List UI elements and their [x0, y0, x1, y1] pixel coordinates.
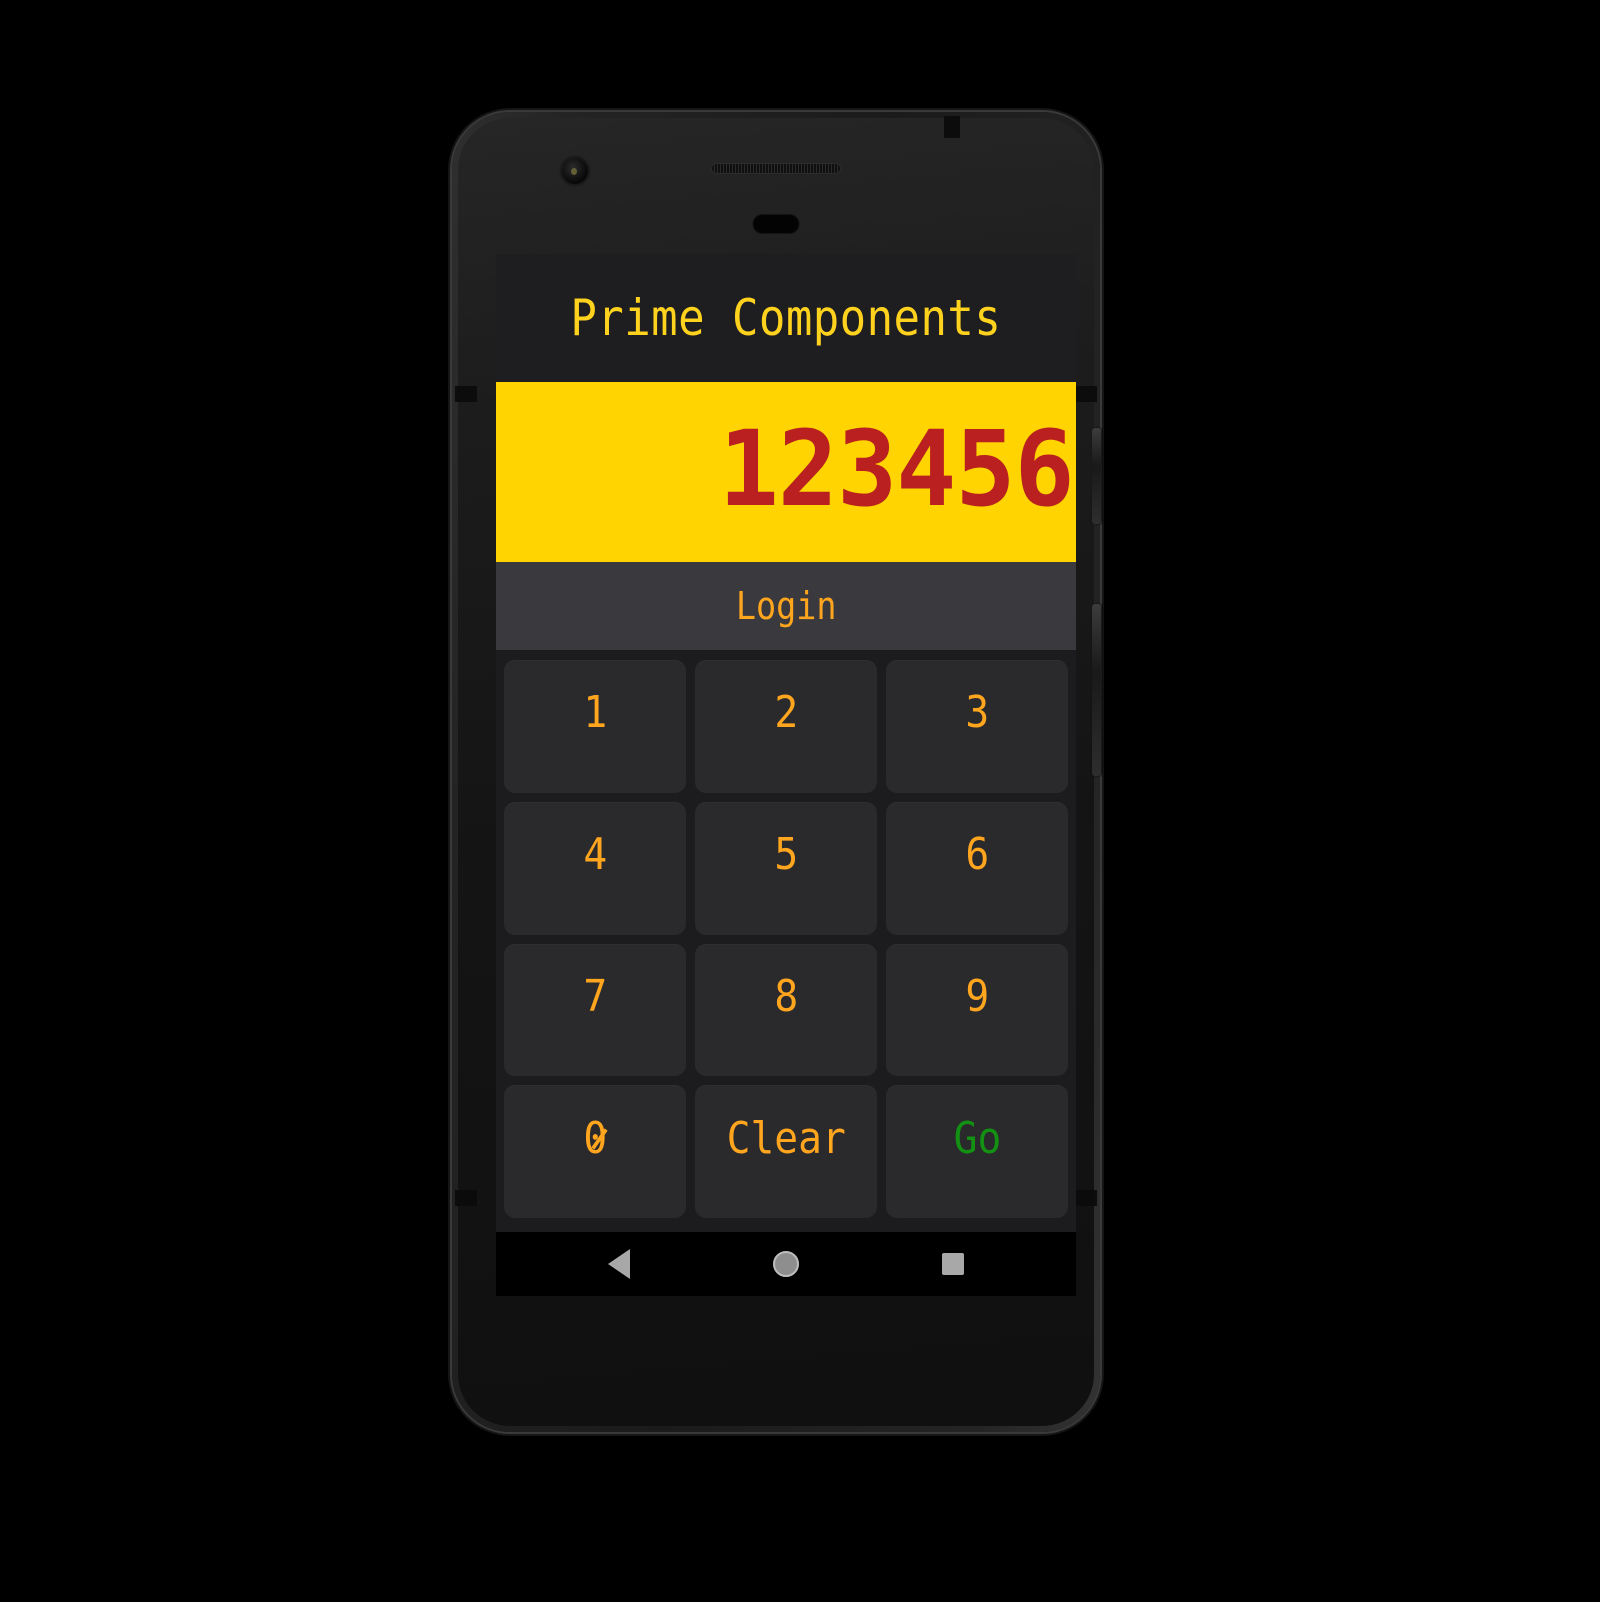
key-4[interactable]: 4: [504, 801, 686, 935]
android-navigation-bar: [496, 1232, 1076, 1296]
key-2-label: 2: [774, 687, 798, 739]
key-5-label: 5: [774, 829, 798, 881]
power-button[interactable]: [1092, 428, 1101, 524]
key-go-label: Go: [953, 1112, 1001, 1164]
antenna-band-right-upper: [1075, 386, 1097, 402]
antenna-band-right-lower: [1075, 1190, 1097, 1206]
key-3-label: 3: [965, 687, 989, 739]
number-display[interactable]: 123456: [496, 382, 1076, 562]
antenna-band-left-lower: [455, 1190, 477, 1206]
phone-device: Prime Components 123456 Login 1234567890…: [452, 112, 1101, 1432]
key-8[interactable]: 8: [695, 943, 877, 1077]
key-0-label: 0: [583, 1112, 607, 1164]
front-camera-icon: [562, 158, 588, 184]
key-6[interactable]: 6: [886, 801, 1068, 935]
key-clear[interactable]: Clear: [695, 1085, 877, 1218]
nav-home-button[interactable]: [754, 1232, 818, 1296]
key-0[interactable]: 0: [504, 1085, 686, 1218]
login-button[interactable]: Login: [496, 562, 1076, 650]
display-value: 123456: [719, 408, 1075, 530]
app-title-bar: Prime Components: [496, 254, 1076, 382]
key-3[interactable]: 3: [886, 660, 1068, 793]
nav-back-button[interactable]: [587, 1232, 651, 1296]
key-go[interactable]: Go: [886, 1085, 1068, 1218]
key-1-label: 1: [583, 687, 607, 739]
key-8-label: 8: [774, 970, 798, 1022]
antenna-band-left-upper: [455, 386, 477, 402]
recents-square-icon: [941, 1253, 964, 1275]
key-clear-label: Clear: [726, 1112, 846, 1164]
key-6-label: 6: [965, 829, 989, 881]
back-triangle-icon: [608, 1249, 631, 1279]
screenshot-stage: Prime Components 123456 Login 1234567890…: [0, 0, 1600, 1602]
phone-screen: Prime Components 123456 Login 1234567890…: [496, 254, 1076, 1296]
login-button-label: Login: [735, 584, 837, 628]
app-viewport: Prime Components 123456 Login 1234567890…: [496, 254, 1076, 1232]
proximity-sensor-icon: [752, 214, 800, 234]
antenna-band-top-right: [944, 116, 960, 138]
key-2[interactable]: 2: [695, 660, 877, 793]
key-4-label: 4: [583, 829, 607, 881]
volume-rocker[interactable]: [1092, 604, 1101, 776]
home-circle-icon: [772, 1251, 799, 1277]
page-title: Prime Components: [570, 289, 1002, 347]
key-5[interactable]: 5: [695, 801, 877, 935]
key-7-label: 7: [583, 970, 607, 1022]
nav-recents-button[interactable]: [921, 1232, 985, 1296]
earpiece-speaker-icon: [711, 163, 841, 174]
key-7[interactable]: 7: [504, 943, 686, 1077]
key-9-label: 9: [965, 970, 989, 1022]
numeric-keypad: 1 2 3 4 5 6 7 8 9 0 Clear Go: [496, 650, 1076, 1232]
key-9[interactable]: 9: [886, 943, 1068, 1077]
key-1[interactable]: 1: [504, 660, 686, 793]
phone-body: Prime Components 123456 Login 1234567890…: [455, 116, 1101, 1426]
